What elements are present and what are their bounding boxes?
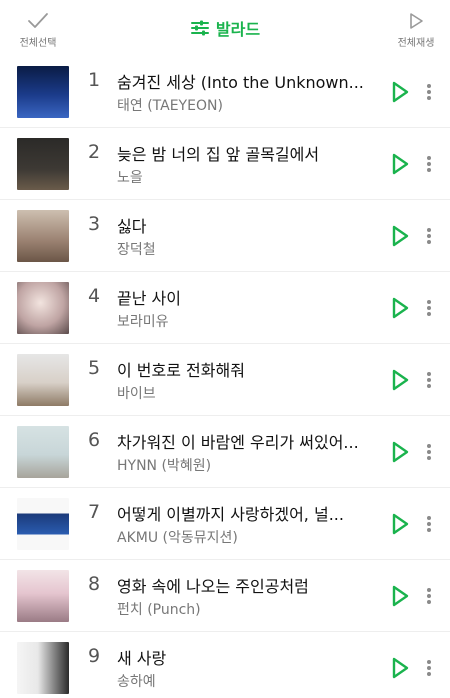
rank-number: 1 xyxy=(87,69,101,91)
album-art xyxy=(17,282,69,334)
genre-selector[interactable]: 발라드 xyxy=(0,16,450,40)
album-art xyxy=(17,642,69,694)
song-title: 이 번호로 전화해줘 xyxy=(117,361,245,380)
rank-number: 9 xyxy=(87,645,101,667)
song-title: 숨겨진 세상 (Into the Unknown... xyxy=(117,73,364,92)
song-title: 끝난 사이 xyxy=(117,289,181,308)
song-row[interactable]: 4 끝난 사이 보라미유 xyxy=(0,272,450,344)
play-all-button[interactable]: 전체재생 xyxy=(386,8,446,49)
play-button[interactable] xyxy=(386,152,414,176)
rank-number: 2 xyxy=(87,141,101,163)
song-row[interactable]: 9 새 사랑 송하예 xyxy=(0,632,450,698)
play-icon xyxy=(392,657,409,679)
top-bar: 전체선택 발라드 전체재생 xyxy=(0,0,450,56)
play-button[interactable] xyxy=(386,440,414,464)
album-art xyxy=(17,354,69,406)
album-art xyxy=(17,570,69,622)
play-icon xyxy=(392,585,409,607)
equalizer-icon xyxy=(190,20,209,36)
more-button[interactable] xyxy=(420,368,438,392)
artist-name: 보라미유 xyxy=(117,314,169,330)
play-icon xyxy=(392,225,409,247)
artist-name: HYNN (박혜원) xyxy=(117,458,212,474)
play-icon xyxy=(392,441,409,463)
play-button[interactable] xyxy=(386,296,414,320)
more-vertical-icon xyxy=(427,84,431,100)
song-row[interactable]: 1 숨겨진 세상 (Into the Unknown... 태연 (TAEYEO… xyxy=(0,56,450,128)
song-row[interactable]: 5 이 번호로 전화해줘 바이브 xyxy=(0,344,450,416)
song-row[interactable]: 6 차가워진 이 바람엔 우리가 써있어... HYNN (박혜원) xyxy=(0,416,450,488)
artist-name: 바이브 xyxy=(117,386,156,402)
play-button[interactable] xyxy=(386,512,414,536)
more-button[interactable] xyxy=(420,224,438,248)
artist-name: 펀치 (Punch) xyxy=(117,602,201,618)
album-art xyxy=(17,66,69,118)
song-title: 새 사랑 xyxy=(117,649,167,668)
rank-number: 8 xyxy=(87,573,101,595)
song-title: 차가워진 이 바람엔 우리가 써있어... xyxy=(117,433,359,452)
play-icon xyxy=(392,297,409,319)
more-button[interactable] xyxy=(420,656,438,680)
album-art xyxy=(17,138,69,190)
album-art xyxy=(17,498,69,550)
play-button[interactable] xyxy=(386,584,414,608)
genre-title: 발라드 xyxy=(215,20,261,39)
play-outline-icon xyxy=(410,13,423,29)
more-vertical-icon xyxy=(427,300,431,316)
rank-number: 3 xyxy=(87,213,101,235)
rank-number: 4 xyxy=(87,285,101,307)
more-vertical-icon xyxy=(427,228,431,244)
more-vertical-icon xyxy=(427,444,431,460)
more-vertical-icon xyxy=(427,660,431,676)
more-button[interactable] xyxy=(420,512,438,536)
song-title: 늦은 밤 너의 집 앞 골목길에서 xyxy=(117,145,320,164)
more-button[interactable] xyxy=(420,584,438,608)
song-row[interactable]: 2 늦은 밤 너의 집 앞 골목길에서 노을 xyxy=(0,128,450,200)
chart-screen: 전체선택 발라드 전체재생 1 숨겨진 세상 (Into the Unknown… xyxy=(0,0,450,698)
artist-name: 장덕철 xyxy=(117,242,156,258)
song-row[interactable]: 8 영화 속에 나오는 주인공처럼 펀치 (Punch) xyxy=(0,560,450,632)
song-row[interactable]: 3 싫다 장덕철 xyxy=(0,200,450,272)
album-art xyxy=(17,210,69,262)
more-vertical-icon xyxy=(427,588,431,604)
rank-number: 7 xyxy=(87,501,101,523)
more-vertical-icon xyxy=(427,156,431,172)
more-button[interactable] xyxy=(420,440,438,464)
artist-name: AKMU (악동뮤지션) xyxy=(117,530,238,546)
artist-name: 송하예 xyxy=(117,674,156,690)
album-art xyxy=(17,426,69,478)
play-all-label: 전체재생 xyxy=(397,38,435,49)
play-icon xyxy=(392,153,409,175)
more-button[interactable] xyxy=(420,296,438,320)
play-icon xyxy=(392,81,409,103)
more-button[interactable] xyxy=(420,80,438,104)
play-button[interactable] xyxy=(386,80,414,104)
more-button[interactable] xyxy=(420,152,438,176)
play-button[interactable] xyxy=(386,368,414,392)
song-title: 영화 속에 나오는 주인공처럼 xyxy=(117,577,309,596)
song-row[interactable]: 7 어떻게 이별까지 사랑하겠어, 널... AKMU (악동뮤지션) xyxy=(0,488,450,560)
play-icon xyxy=(392,513,409,535)
song-list: 1 숨겨진 세상 (Into the Unknown... 태연 (TAEYEO… xyxy=(0,56,450,698)
artist-name: 태연 (TAEYEON) xyxy=(117,98,223,114)
artist-name: 노을 xyxy=(117,170,143,186)
more-vertical-icon xyxy=(427,372,431,388)
play-button[interactable] xyxy=(386,656,414,680)
rank-number: 6 xyxy=(87,429,101,451)
song-title: 싫다 xyxy=(117,217,147,236)
play-icon xyxy=(392,369,409,391)
more-vertical-icon xyxy=(427,516,431,532)
song-title: 어떻게 이별까지 사랑하겠어, 널... xyxy=(117,505,344,524)
play-button[interactable] xyxy=(386,224,414,248)
rank-number: 5 xyxy=(87,357,101,379)
